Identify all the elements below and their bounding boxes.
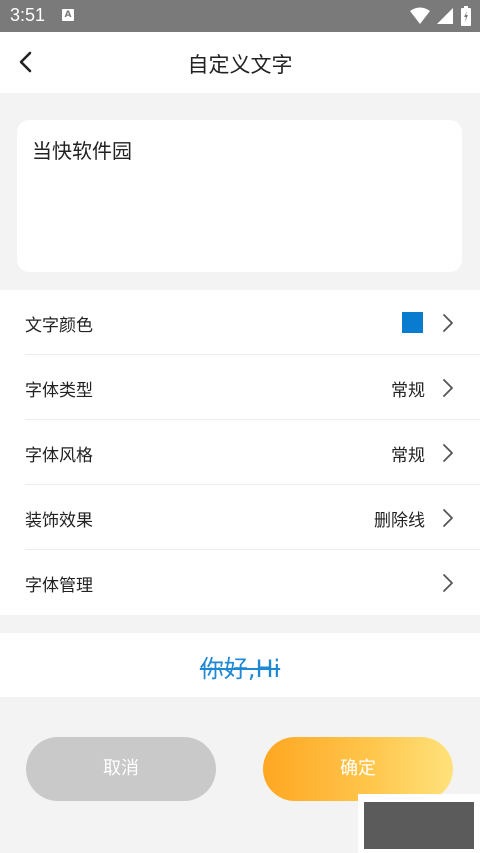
settings-list: 文字颜色 字体类型 常规 字体风格 常规 装饰效果 删除线 字体管理 bbox=[0, 290, 480, 615]
chevron-right-icon bbox=[443, 574, 453, 592]
preview-text: 你好,Hi bbox=[199, 655, 281, 683]
wifi-icon bbox=[410, 7, 430, 24]
preview-panel: 你好,Hi bbox=[0, 633, 480, 697]
row-decoration-effect[interactable]: 装饰效果 删除线 bbox=[25, 485, 480, 550]
row-label: 字体管理 bbox=[25, 576, 93, 596]
notification-icon: A bbox=[62, 9, 74, 21]
row-value: 常规 bbox=[391, 446, 425, 466]
row-label: 文字颜色 bbox=[25, 316, 93, 336]
thumbnail-image bbox=[364, 802, 474, 849]
status-bar: 3:51 A bbox=[0, 0, 480, 32]
row-font-management[interactable]: 字体管理 bbox=[25, 550, 480, 615]
row-font-style[interactable]: 字体风格 常规 bbox=[25, 420, 480, 485]
chevron-right-icon bbox=[443, 444, 453, 462]
custom-text-input[interactable] bbox=[30, 133, 449, 257]
battery-icon bbox=[461, 6, 471, 26]
row-value: 常规 bbox=[391, 381, 425, 401]
row-value: 删除线 bbox=[374, 511, 425, 531]
page-title: 自定义文字 bbox=[187, 53, 293, 77]
status-time: 3:51 bbox=[10, 5, 46, 25]
chevron-right-icon bbox=[443, 379, 453, 397]
app-bar: 自定义文字 bbox=[0, 32, 480, 93]
text-input-card bbox=[17, 120, 462, 272]
color-swatch bbox=[402, 312, 423, 333]
cancel-button[interactable]: 取消 bbox=[26, 737, 216, 801]
screenshot-thumbnail[interactable] bbox=[358, 794, 480, 853]
chevron-right-icon bbox=[443, 509, 453, 527]
row-font-type[interactable]: 字体类型 常规 bbox=[25, 355, 480, 420]
confirm-button[interactable]: 确定 bbox=[263, 737, 453, 801]
row-label: 装饰效果 bbox=[25, 511, 93, 531]
row-text-color[interactable]: 文字颜色 bbox=[25, 290, 480, 355]
row-label: 字体类型 bbox=[25, 381, 93, 401]
signal-icon bbox=[437, 8, 453, 24]
chevron-right-icon bbox=[443, 314, 453, 332]
row-label: 字体风格 bbox=[25, 446, 93, 466]
